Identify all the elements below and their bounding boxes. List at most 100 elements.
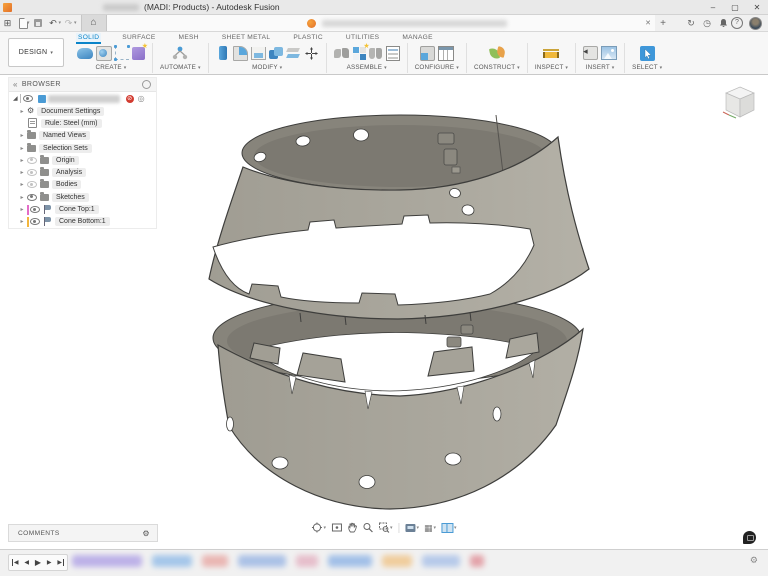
measure-icon[interactable] [543,47,560,59]
insert-derive-icon[interactable] [583,46,599,60]
tab-close-icon[interactable]: ✕ [645,19,651,27]
new-component-icon[interactable] [77,47,93,59]
comments-panel[interactable]: COMMENTS ⚙ [8,524,158,542]
sync-icon[interactable]: ↻ [683,15,699,31]
timeline-settings-gear-icon[interactable]: ⚙ [750,555,758,566]
select-tool-icon[interactable] [639,45,655,61]
group-insert-label[interactable]: INSERT ▾ [586,64,615,71]
browser-header[interactable]: « BROWSER [9,78,156,92]
new-tab-button[interactable]: + [655,18,671,29]
item-label[interactable]: Document Settings [37,106,105,116]
view-cube[interactable] [718,81,762,125]
new-design-icon[interactable] [352,42,370,60]
close-button[interactable]: ✕ [746,3,768,12]
job-status-icon[interactable]: ◷ [699,15,715,31]
expand-icon[interactable]: ▸ [17,206,27,213]
joint-icon[interactable] [333,47,350,60]
assistant-badge-icon[interactable] [743,531,756,544]
help-icon[interactable]: ? [731,17,743,29]
browser-filter-icon[interactable] [142,80,151,89]
item-label[interactable]: Named Views [39,131,91,141]
user-avatar[interactable] [749,16,762,30]
browser-item-rule[interactable]: ▸ Rule: Steel (mm) [9,117,156,129]
skip-to-start-icon[interactable]: ◀ [11,559,19,566]
pan-icon[interactable] [347,522,357,533]
expand-icon[interactable]: ▸ [17,145,27,152]
split-body-icon[interactable] [286,47,301,60]
item-label[interactable]: Cone Bottom:1 [55,217,110,227]
workspace-switcher-button[interactable]: DESIGN ▾ [8,38,64,67]
group-select-label[interactable]: SELECT ▾ [632,64,662,71]
browser-item-named-views[interactable]: ▸ Named Views [9,130,156,142]
visibility-eye-icon[interactable] [27,156,37,164]
file-icon[interactable] [19,17,28,29]
fillet-icon[interactable] [232,45,248,61]
notifications-bell-icon[interactable] [715,15,731,31]
root-expand-icon[interactable]: ◢ [13,95,18,102]
zoom-icon[interactable] [362,522,373,533]
configuration-icon[interactable] [419,45,435,61]
group-assemble-label[interactable]: ASSEMBLE ▾ [347,64,387,71]
bom-list-icon[interactable] [385,45,400,61]
browser-item-bodies[interactable]: ▸ Bodies [9,179,156,191]
maximize-button[interactable]: ▢ [724,3,746,12]
item-label[interactable]: Rule: Steel (mm) [41,118,102,128]
automate-icon[interactable] [171,45,189,61]
expand-icon[interactable]: ▸ [17,157,27,164]
home-tab[interactable]: ⌂ [80,15,107,31]
cone-top-body[interactable] [208,114,590,326]
minimize-button[interactable]: – [702,3,724,12]
create-sketch-icon[interactable] [114,45,130,61]
item-label[interactable]: Bodies [52,180,82,190]
canvas-image-icon[interactable] [601,46,618,60]
save-icon[interactable] [33,19,42,27]
create-form-icon[interactable] [96,45,112,61]
visibility-eye-icon[interactable] [30,218,40,226]
construction-plane-icon[interactable] [489,46,505,60]
redo-dropdown-icon[interactable]: ▾ [74,20,77,26]
rigid-group-icon[interactable] [368,47,383,60]
group-inspect-label[interactable]: INSPECT ▾ [535,64,568,71]
comments-gear-icon[interactable]: ⚙ [142,529,150,538]
group-construct-label[interactable]: CONSTRUCT ▾ [474,64,520,71]
group-create-label[interactable]: CREATE ▾ [96,64,127,71]
browser-item-document-settings[interactable]: ▸ ⚙ Document Settings [9,105,156,117]
viewports-icon[interactable]: ▾ [441,522,457,533]
item-label[interactable]: Sketches [52,192,89,202]
document-tab[interactable]: ✕ [106,15,655,31]
app-menu-icon[interactable]: ⊞ [0,15,15,31]
press-pull-icon[interactable] [218,46,227,60]
item-label[interactable]: Analysis [52,168,87,178]
browser-item-cone-bottom[interactable]: ▸ Cone Bottom:1 [9,216,156,228]
expand-icon[interactable]: ▸ [17,169,27,176]
form-tool-icon[interactable] [132,42,148,60]
step-forward-icon[interactable]: ▶ [47,559,52,566]
orbit-icon[interactable]: ▾ [311,522,326,533]
browser-item-cone-top[interactable]: ▸ Cone Top:1 [9,203,156,215]
step-back-icon[interactable]: ◀ [24,559,29,566]
visibility-eye-icon[interactable] [27,181,37,189]
fit-zoom-window-icon[interactable]: ▾ [378,522,392,533]
timeline-features-blurred[interactable] [72,552,522,570]
browser-item-analysis[interactable]: ▸ Analysis [9,166,156,178]
item-label[interactable]: Origin [52,155,79,165]
browser-root-component[interactable]: ◢ ⊘ ◎ [9,92,156,105]
play-icon[interactable]: ▶ [35,558,41,567]
expand-icon[interactable]: ▸ [17,218,27,225]
display-settings-icon[interactable]: ▾ [405,523,419,532]
item-label[interactable]: Selection Sets [39,143,92,153]
expand-icon[interactable]: ▸ [17,181,27,188]
grid-and-snaps-icon[interactable]: ▦ ▾ [424,523,436,533]
group-configure-label[interactable]: CONFIGURE ▾ [415,64,459,71]
browser-item-selection-sets[interactable]: ▸ Selection Sets [9,142,156,154]
visibility-eye-icon[interactable] [27,169,37,177]
browser-item-sketches[interactable]: ▸ Sketches [9,191,156,203]
item-label[interactable]: Cone Top:1 [55,205,99,215]
look-at-icon[interactable] [331,523,342,532]
visibility-eye-icon[interactable] [30,206,40,214]
cone-bottom-body[interactable] [212,292,584,510]
move-copy-icon[interactable] [304,46,319,61]
expand-icon[interactable]: ▸ [17,108,27,115]
visibility-eye-icon[interactable] [27,193,37,201]
activate-component-icon[interactable]: ◎ [138,94,145,103]
